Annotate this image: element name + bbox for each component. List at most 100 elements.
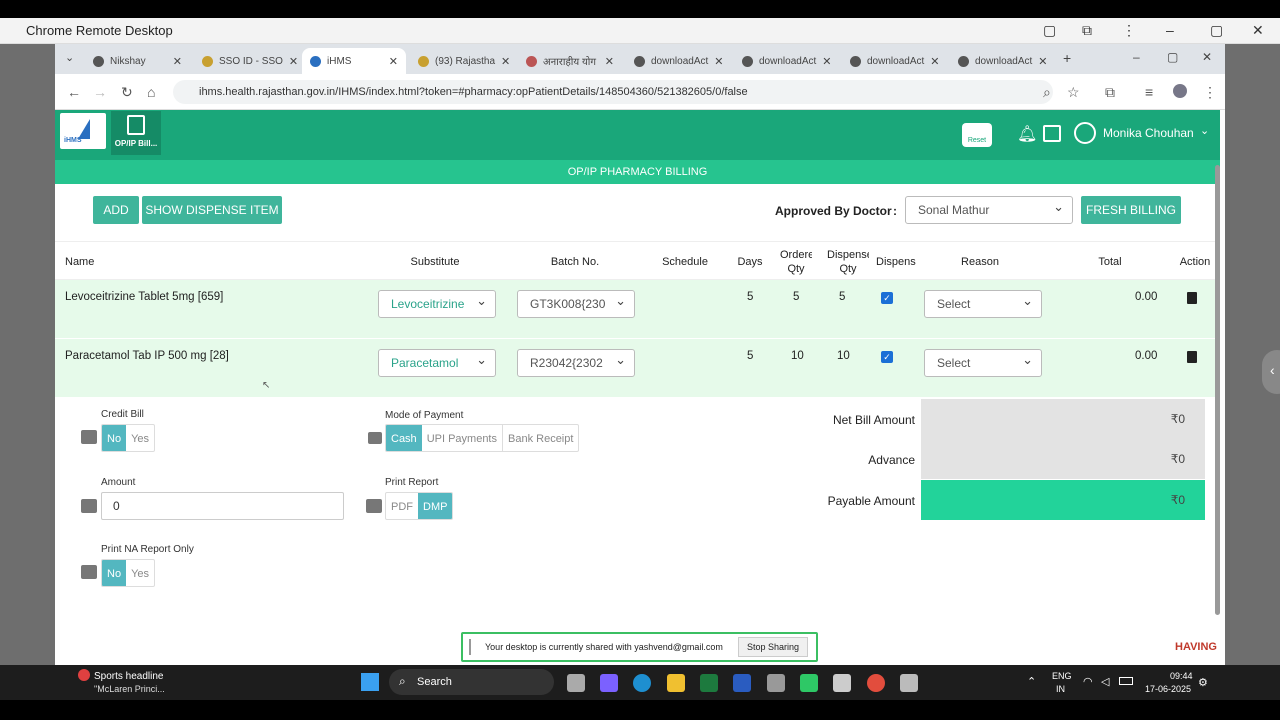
media-icon[interactable]: ≡	[1145, 84, 1153, 100]
payment-mode-toggle[interactable]: Cash UPI Payments Bank Receipt	[385, 424, 580, 452]
reset-button[interactable]: Reset	[962, 123, 992, 147]
zoom-icon[interactable]: ⌕	[1043, 84, 1051, 101]
close-tab-icon[interactable]: ✕	[173, 55, 182, 68]
chrome-icon[interactable]	[867, 674, 885, 692]
calendar-icon[interactable]	[1043, 125, 1061, 142]
tab-download-4[interactable]: downloadAct ✕	[950, 48, 1054, 74]
batch-select[interactable]: R23042{2302	[517, 349, 635, 377]
clock-date[interactable]: 17-06-2025	[1145, 684, 1191, 694]
substitute-select[interactable]: Paracetamol	[378, 347, 496, 377]
delete-icon[interactable]	[1187, 292, 1197, 304]
drag-handle-icon[interactable]	[469, 639, 471, 655]
reload-icon[interactable]: ↻	[121, 84, 133, 101]
close-tab-icon[interactable]: ✕	[822, 55, 831, 68]
scrollbar[interactable]	[1215, 165, 1220, 615]
excel-icon[interactable]	[700, 674, 718, 692]
more-icon[interactable]: ⋮	[1122, 22, 1136, 39]
clock-time[interactable]: 09:44	[1170, 671, 1193, 681]
notification-icon[interactable]: ⚙	[1198, 676, 1208, 689]
upi-option[interactable]: UPI Payments	[422, 425, 502, 451]
extensions-icon[interactable]: ⧉	[1082, 22, 1092, 39]
cash-option[interactable]: Cash	[386, 425, 422, 451]
new-tab-icon[interactable]: +	[1063, 50, 1071, 66]
close-tab-icon[interactable]: ✕	[714, 55, 723, 68]
bank-receipt-option[interactable]: Bank Receipt	[502, 425, 578, 451]
browser-menu-icon[interactable]: ⋮	[1203, 84, 1217, 101]
close-tab-icon[interactable]: ✕	[501, 55, 510, 68]
stop-sharing-button[interactable]: Stop Sharing	[738, 637, 808, 657]
bookmark-star-icon[interactable]: ☆	[1067, 84, 1080, 101]
dmp-option[interactable]: DMP	[418, 493, 453, 519]
maximize-icon[interactable]: ▢	[1210, 22, 1223, 39]
side-panel-handle[interactable]: ‹	[1262, 350, 1280, 394]
close-tab-icon[interactable]: ✕	[1038, 55, 1047, 68]
print-na-toggle[interactable]: No Yes	[101, 559, 156, 587]
news-title[interactable]: Sports headline	[94, 671, 164, 682]
reason-select[interactable]: Select	[924, 347, 1042, 377]
tab-rajasthan[interactable]: (93) Rajastha ✕	[410, 48, 514, 74]
module-tile[interactable]: OP/IP Bill...	[111, 111, 161, 155]
close-tab-icon[interactable]: ✕	[930, 55, 939, 68]
wifi-icon[interactable]: ◠	[1083, 675, 1093, 688]
browser-close-icon[interactable]: ✕	[1202, 50, 1212, 64]
tab-ihms[interactable]: iHMS ✕	[302, 48, 406, 74]
remote-desktop-icon[interactable]	[900, 674, 918, 692]
tab-nikshay[interactable]: Nikshay ✕	[85, 48, 190, 74]
news-subtitle[interactable]: "McLaren Princi...	[94, 684, 165, 694]
fresh-billing-button[interactable]: FRESH BILLING	[1081, 196, 1181, 224]
forward-icon[interactable]: →	[93, 84, 107, 100]
na-yes-option[interactable]: Yes	[126, 560, 154, 586]
amount-input[interactable]: 0	[101, 492, 344, 520]
taskbar-search[interactable]: ⌕ Search	[389, 669, 554, 695]
delete-icon[interactable]	[1187, 351, 1197, 363]
close-tab-icon[interactable]: ✕	[605, 55, 614, 68]
copilot-icon[interactable]	[600, 674, 618, 692]
pdf-option[interactable]: PDF	[386, 493, 418, 519]
user-name[interactable]: Monika Chouhan	[1103, 126, 1194, 140]
credit-yes-option[interactable]: Yes	[126, 425, 154, 451]
word-icon[interactable]	[733, 674, 751, 692]
home-icon[interactable]: ⌂	[147, 84, 155, 100]
profile-avatar[interactable]	[1173, 84, 1187, 98]
file-explorer-icon[interactable]	[667, 674, 685, 692]
print-format-toggle[interactable]: PDF DMP	[385, 492, 454, 520]
language-primary[interactable]: ENG	[1052, 671, 1072, 681]
tab-download-3[interactable]: downloadAct ✕	[842, 48, 946, 74]
browser-minimize-icon[interactable]: –	[1133, 50, 1140, 64]
tray-chevron-icon[interactable]: ⌃	[1027, 675, 1036, 688]
tab-sso[interactable]: SSO ID - SSO ✕	[194, 48, 298, 74]
show-dispense-button[interactable]: SHOW DISPENSE ITEM	[142, 196, 282, 224]
app-icon[interactable]	[833, 674, 851, 692]
dispense-checkbox[interactable]: ✓	[881, 351, 893, 363]
back-icon[interactable]: ←	[67, 84, 81, 100]
add-button[interactable]: ADD	[93, 196, 139, 224]
task-view-icon[interactable]	[567, 674, 585, 692]
na-no-option[interactable]: No	[102, 560, 127, 586]
batch-select[interactable]: GT3K008{230	[517, 290, 635, 318]
dispense-checkbox[interactable]: ✓	[881, 292, 893, 304]
close-icon[interactable]: ✕	[1252, 22, 1264, 39]
windows-start-icon[interactable]	[361, 673, 379, 691]
battery-icon[interactable]	[1119, 677, 1133, 685]
language-secondary[interactable]: IN	[1056, 684, 1065, 694]
user-avatar-icon[interactable]	[1074, 122, 1096, 144]
chevron-down-icon[interactable]: ⌄	[1200, 124, 1209, 137]
close-tab-icon[interactable]: ✕	[289, 55, 298, 68]
tab-download-1[interactable]: downloadAct ✕	[626, 48, 730, 74]
calculator-icon[interactable]	[767, 674, 785, 692]
doctor-select[interactable]: Sonal Mathur	[905, 194, 1073, 224]
reason-select[interactable]: Select	[924, 288, 1042, 318]
substitute-select[interactable]: Levoceitrizine	[378, 288, 496, 318]
clipboard-icon[interactable]: ▢	[1043, 22, 1056, 39]
url-field[interactable]: ihms.health.rajasthan.gov.in/IHMS/index.…	[173, 80, 1053, 104]
browser-restore-icon[interactable]: ▢	[1167, 50, 1178, 64]
tab-download-2[interactable]: downloadAct ✕	[734, 48, 838, 74]
minimize-icon[interactable]: –	[1166, 22, 1174, 38]
extension-icon[interactable]: ⧉	[1105, 84, 1115, 101]
speaker-icon[interactable]: ◁	[1101, 675, 1109, 688]
credit-no-option[interactable]: No	[102, 425, 127, 451]
edge-icon[interactable]	[633, 674, 651, 692]
bell-icon[interactable]: 🔔︎	[1017, 124, 1037, 144]
tab-search-icon[interactable]: ⌄	[65, 51, 74, 64]
close-tab-icon[interactable]: ✕	[389, 55, 398, 68]
